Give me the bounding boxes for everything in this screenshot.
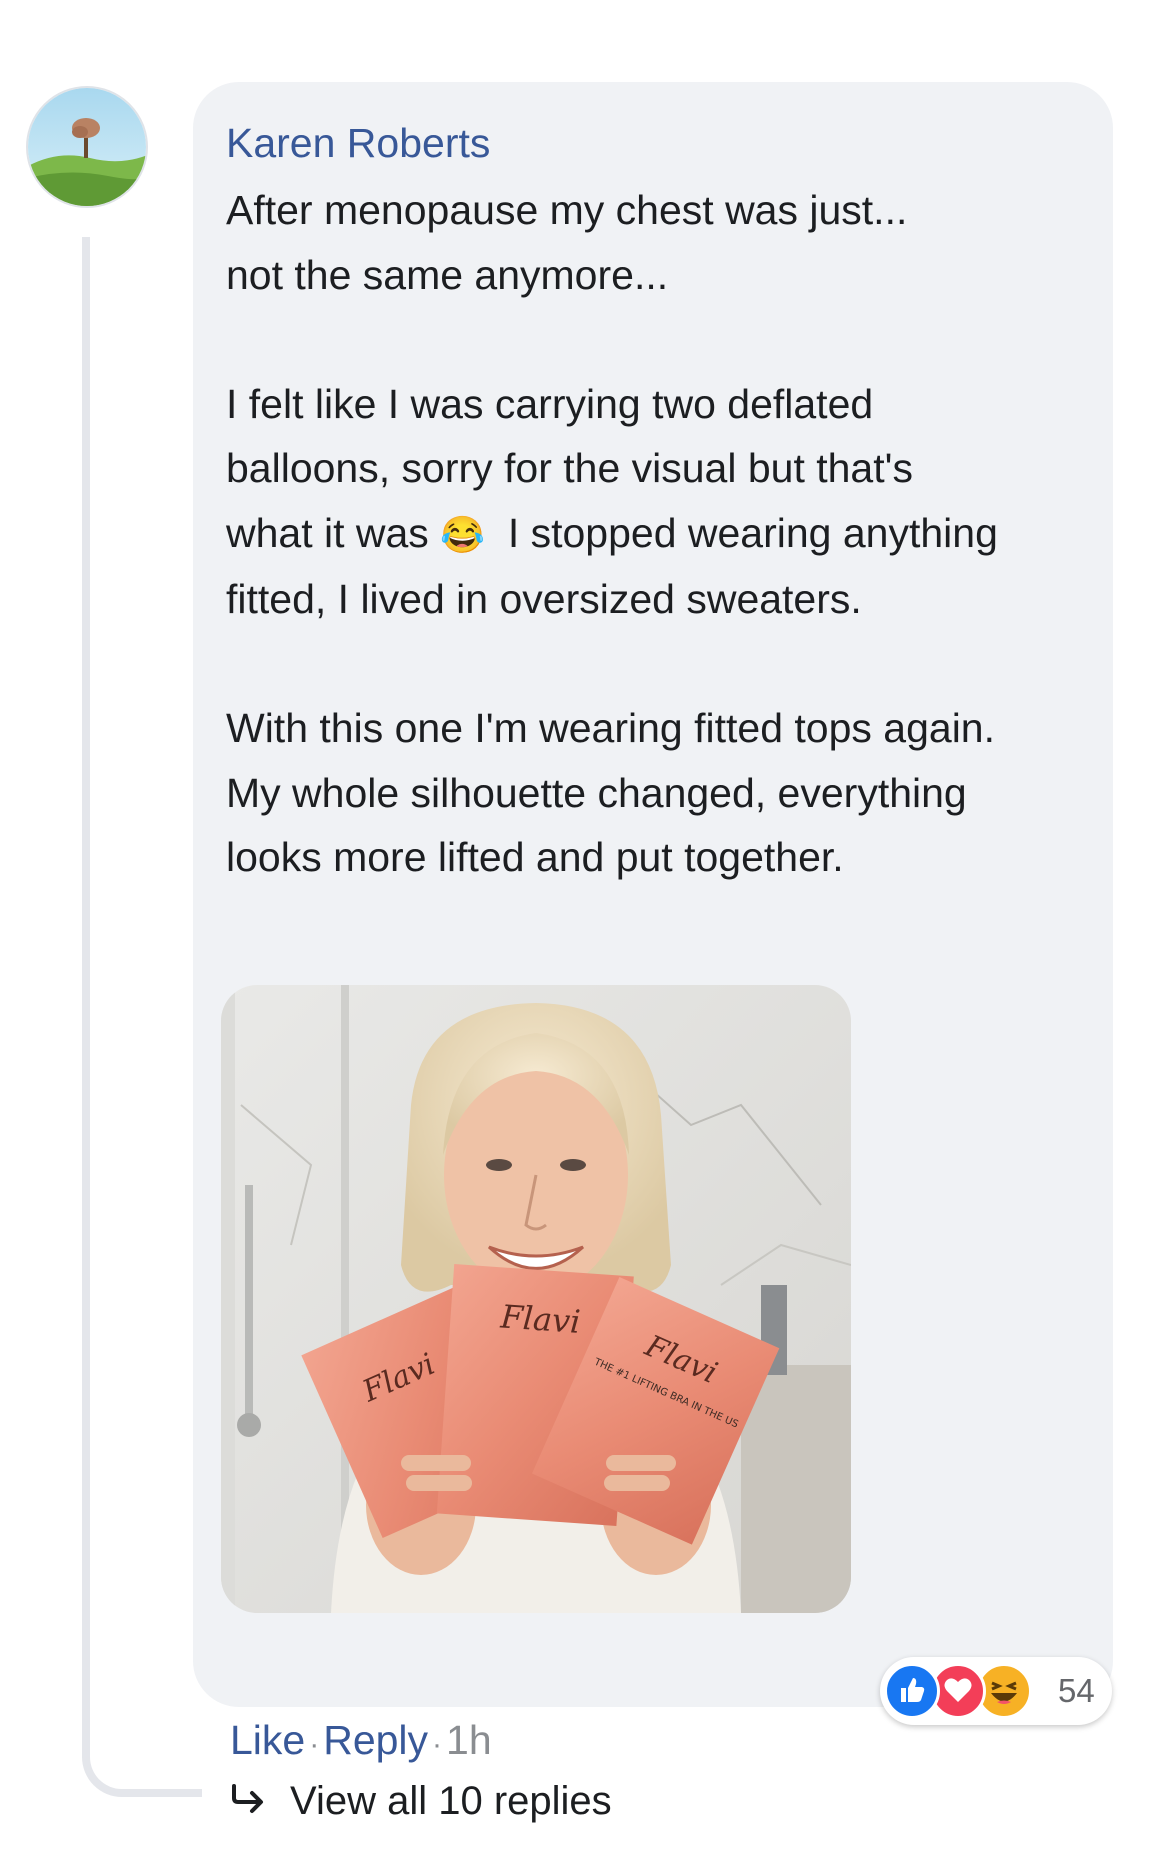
laughing-emoji-icon: 😂 xyxy=(440,513,486,555)
comment-line-with-emoji: what it was 😂 I stopped wearing anything xyxy=(226,501,1106,568)
comment-photo[interactable]: Flavi Flavi Flavi THE #1 LIFTING BRA IN … xyxy=(221,985,851,1613)
comment-line: With this one I'm wearing fitted tops ag… xyxy=(226,705,995,751)
avatar[interactable] xyxy=(26,86,148,208)
thread-connector-line xyxy=(82,237,202,1797)
reaction-summary[interactable]: 54 xyxy=(880,1657,1112,1725)
view-replies-link[interactable]: View all 10 replies xyxy=(230,1777,612,1825)
comment-line: After menopause my chest was just... xyxy=(226,187,908,233)
reply-button[interactable]: Reply xyxy=(323,1717,428,1763)
like-button[interactable]: Like xyxy=(230,1717,305,1763)
comment-text-segment: I stopped wearing anything xyxy=(485,509,998,556)
comment-line: I felt like I was carrying two deflated xyxy=(226,380,874,427)
comment-line: not the same anymore... xyxy=(226,251,669,298)
comment-timestamp[interactable]: 1h xyxy=(446,1717,492,1763)
comment-line: My whole silhouette changed, everything xyxy=(226,769,967,816)
view-replies-label: View all 10 replies xyxy=(290,1779,612,1823)
reaction-count: 54 xyxy=(1058,1672,1095,1709)
comment-actions: Like ·Reply ·1h xyxy=(230,1716,492,1769)
package-brand: Flavi xyxy=(498,1297,581,1341)
comment-body: After menopause my chest was just... not… xyxy=(226,178,1106,890)
comment-line: fitted, I lived in oversized sweaters. xyxy=(226,576,862,622)
comment-author[interactable]: Karen Roberts xyxy=(226,120,490,166)
separator-dot: · xyxy=(309,1728,320,1761)
photo-woman-holding-packages: Flavi Flavi Flavi THE #1 LIFTING BRA IN … xyxy=(221,985,851,1613)
avatar-landscape-image xyxy=(28,88,146,206)
comment-line: looks more lifted and put together. xyxy=(226,834,844,880)
comment-line: balloons, sorry for the visual but that'… xyxy=(226,445,913,491)
separator-dot: · xyxy=(432,1728,443,1761)
reply-arrow-icon xyxy=(230,1777,266,1825)
like-icon xyxy=(884,1663,940,1719)
comment-text-segment: what it was xyxy=(226,509,441,556)
